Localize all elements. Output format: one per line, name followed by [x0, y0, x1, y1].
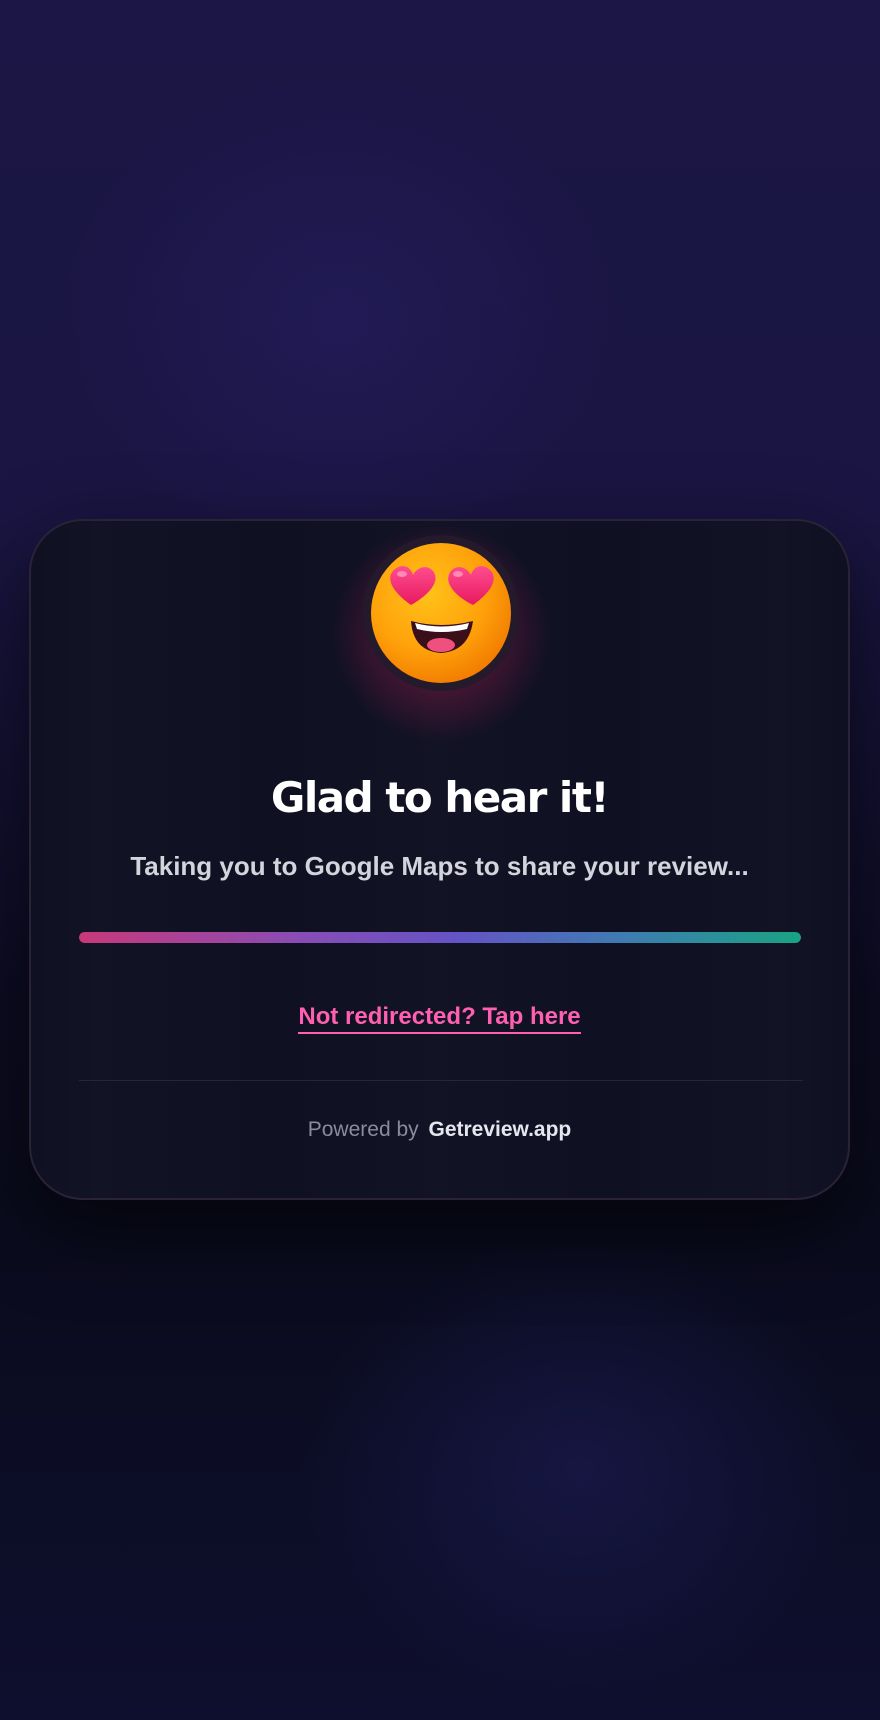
- powered-by-footer: Powered by Getreview.app: [31, 1118, 848, 1142]
- background-glow-top: [60, 80, 620, 560]
- redirect-progress-bar: [79, 932, 801, 943]
- powered-by-label: Powered by: [307, 1118, 419, 1141]
- redirect-card: Glad to hear it! Taking you to Google Ma…: [29, 519, 850, 1200]
- brand-name: Getreview.app: [428, 1118, 572, 1141]
- manual-redirect-link[interactable]: Not redirected? Tap here: [298, 1003, 581, 1034]
- heart-eyes-emoji-icon: [363, 535, 519, 691]
- redirect-message: Taking you to Google Maps to share your …: [130, 851, 749, 881]
- footer-divider: [79, 1080, 803, 1081]
- background-glow-bottom: [300, 1240, 860, 1700]
- emoji-badge: [331, 523, 551, 743]
- redirect-progress-fill: [79, 932, 801, 943]
- redirect-link-container: Not redirected? Tap here: [31, 1003, 848, 1034]
- page-title: Glad to hear it!: [270, 773, 610, 822]
